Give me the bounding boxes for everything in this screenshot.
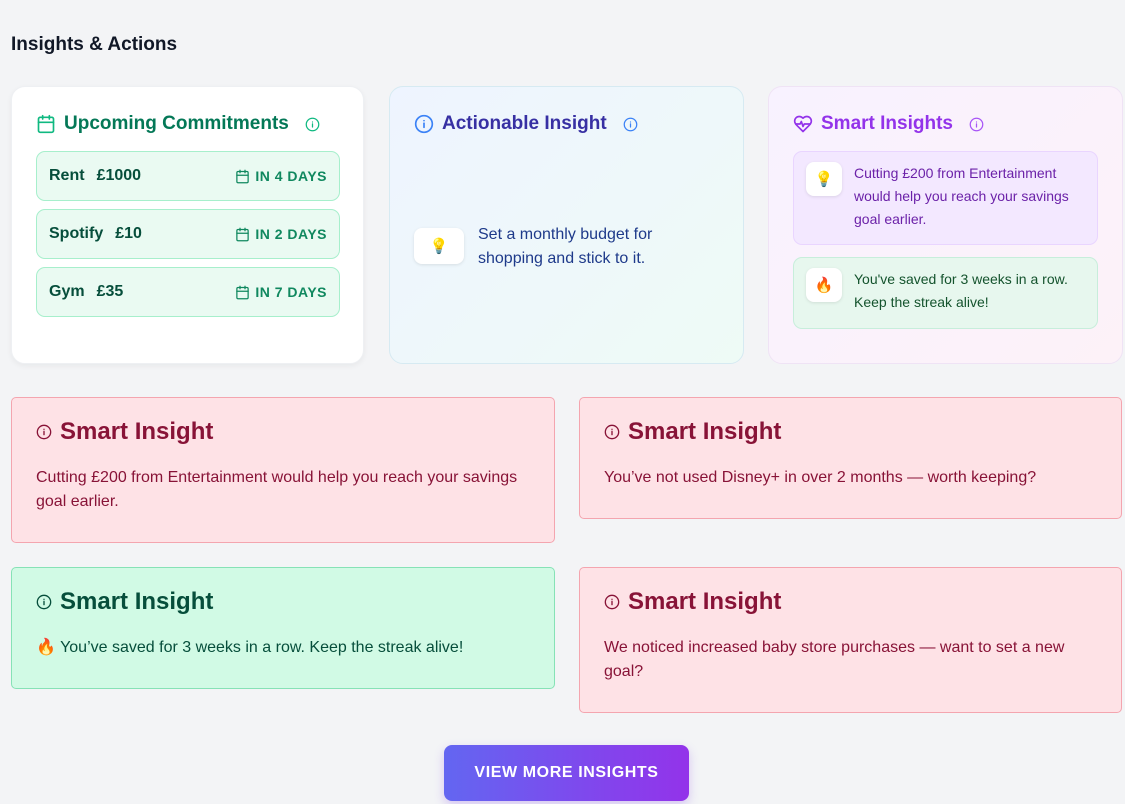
commitment-due-label: IN 4 DAYS — [255, 168, 327, 184]
commitment-due-label: IN 7 DAYS — [255, 284, 327, 300]
heart-pulse-icon — [793, 114, 813, 134]
info-circle-icon — [36, 594, 52, 610]
smart-insight-card-entertainment: Smart Insight Cutting £200 from Entertai… — [11, 397, 555, 543]
commitment-due: IN 2 DAYS — [235, 226, 327, 242]
commitment-amount: £1000 — [96, 167, 142, 184]
lightbulb-icon: 💡 — [414, 228, 464, 264]
insight-header: Smart Insight — [36, 418, 530, 446]
calendar-icon — [36, 114, 56, 134]
commitment-due-label: IN 2 DAYS — [255, 226, 327, 242]
info-circle-icon — [604, 424, 620, 440]
commitment-due: IN 7 DAYS — [235, 284, 327, 300]
calendar-icon — [235, 285, 250, 300]
insight-header: Smart Insight — [604, 418, 1097, 446]
info-icon[interactable] — [305, 117, 320, 132]
actionable-insight-card: Actionable Insight 💡 Set a monthly budge… — [389, 86, 744, 364]
commitment-item-spotify[interactable]: Spotify £10 IN 2 DAYS — [36, 209, 340, 259]
smart-insights-card: Smart Insights 💡 Cutting £200 from Enter… — [768, 86, 1123, 364]
insight-body: We noticed increased baby store purchase… — [604, 639, 1065, 680]
info-icon[interactable] — [623, 117, 638, 132]
commitment-amount: £35 — [96, 283, 124, 300]
insight-header: Smart Insight — [604, 588, 1097, 616]
commitment-name: Gym — [49, 283, 85, 300]
insight-body: Cutting £200 from Entertainment would he… — [36, 469, 518, 510]
actionable-title: Actionable Insight — [442, 113, 607, 134]
smart-insight-text: Cutting £200 from Entertainment would he… — [854, 165, 1069, 227]
info-circle-icon — [36, 424, 52, 440]
smart-insight-card-disney: Smart Insight You’ve not used Disney+ in… — [579, 397, 1122, 519]
actionable-header: Actionable Insight — [414, 113, 638, 135]
actionable-tip: 💡 Set a monthly budget for shopping and … — [414, 223, 714, 271]
commitment-name: Rent — [49, 167, 85, 184]
commitment-item-rent[interactable]: Rent £1000 IN 4 DAYS — [36, 151, 340, 201]
smart-insights-title: Smart Insights — [821, 113, 953, 134]
upcoming-commitments-card: Upcoming Commitments Rent £1000 IN 4 DAY… — [11, 86, 364, 364]
insight-title: Smart Insight — [628, 418, 782, 445]
smart-insight-item: 🔥 You've saved for 3 weeks in a row. Kee… — [793, 257, 1098, 329]
lightbulb-icon: 💡 — [806, 162, 842, 196]
actionable-text: Set a monthly budget for shopping and st… — [478, 226, 653, 267]
commitments-title: Upcoming Commitments — [64, 113, 289, 134]
calendar-icon — [235, 227, 250, 242]
calendar-icon — [235, 169, 250, 184]
info-circle-icon — [414, 114, 434, 134]
commitment-amount: £10 — [115, 225, 142, 242]
commitments-header: Upcoming Commitments — [36, 113, 320, 135]
commitment-item-gym[interactable]: Gym £35 IN 7 DAYS — [36, 267, 340, 317]
view-more-insights-button[interactable]: VIEW MORE INSIGHTS — [444, 745, 689, 801]
commitment-name: Spotify — [49, 225, 104, 242]
smart-insight-item: 💡 Cutting £200 from Entertainment would … — [793, 151, 1098, 245]
smart-insight-card-baby-store: Smart Insight We noticed increased baby … — [579, 567, 1122, 713]
commitment-due: IN 4 DAYS — [235, 168, 327, 184]
insight-title: Smart Insight — [60, 588, 214, 615]
insight-title: Smart Insight — [628, 588, 782, 615]
insight-body: You’ve not used Disney+ in over 2 months… — [604, 469, 1037, 486]
info-icon[interactable] — [969, 117, 984, 132]
smart-insight-text: You've saved for 3 weeks in a row. Keep … — [854, 271, 1068, 310]
smart-insights-header: Smart Insights — [793, 113, 984, 135]
insight-body: 🔥 You’ve saved for 3 weeks in a row. Kee… — [36, 639, 464, 656]
info-circle-icon — [604, 594, 620, 610]
section-title: Insights & Actions — [11, 34, 178, 55]
fire-icon: 🔥 — [806, 268, 842, 302]
smart-insight-card-streak: Smart Insight 🔥 You’ve saved for 3 weeks… — [11, 567, 555, 689]
insight-title: Smart Insight — [60, 418, 214, 445]
insight-header: Smart Insight — [36, 588, 530, 616]
